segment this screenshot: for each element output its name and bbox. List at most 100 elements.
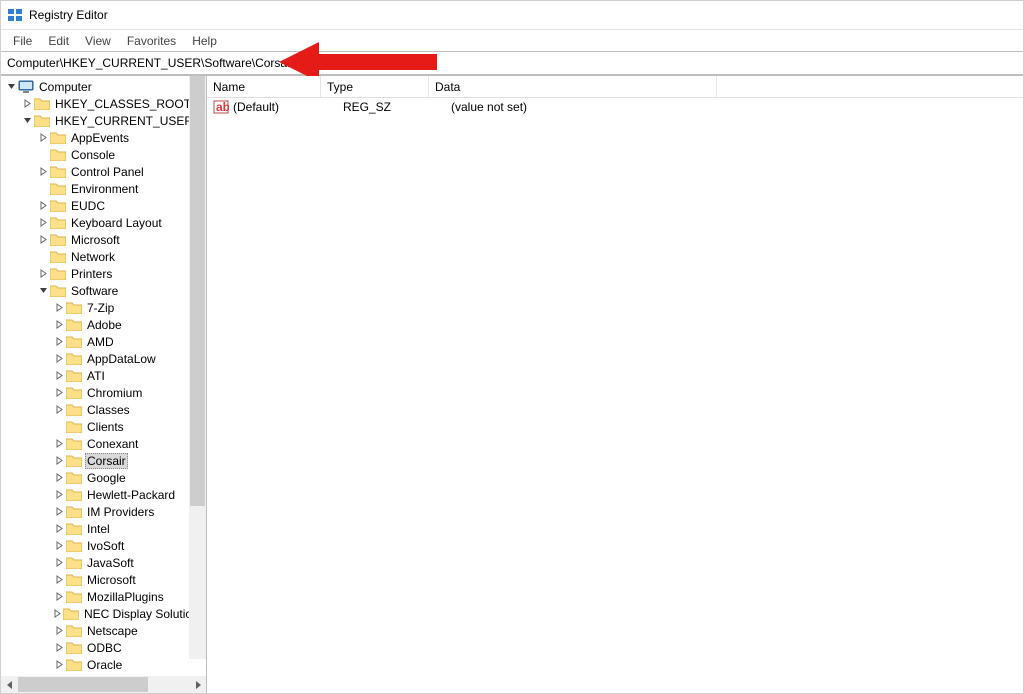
menu-file[interactable]: File <box>5 32 40 50</box>
chevron-right-icon[interactable] <box>53 472 65 484</box>
folder-icon <box>66 573 82 587</box>
menu-favorites[interactable]: Favorites <box>119 32 184 50</box>
chevron-right-icon[interactable] <box>53 608 62 620</box>
tree-node-corsair[interactable]: Corsair <box>3 452 206 469</box>
tree-node-software[interactable]: Software <box>3 282 206 299</box>
tree-node-network[interactable]: Network <box>3 248 206 265</box>
tree-horizontal-scrollbar[interactable] <box>1 676 206 693</box>
chevron-right-icon[interactable] <box>37 132 49 144</box>
tree-node-computer[interactable]: Computer <box>3 78 206 95</box>
tree-label: JavaSoft <box>85 556 136 570</box>
tree-node-7zip[interactable]: 7-Zip <box>3 299 206 316</box>
column-header-name[interactable]: Name <box>207 76 321 97</box>
chevron-down-icon[interactable] <box>37 285 49 297</box>
tree-node-hkcu[interactable]: HKEY_CURRENT_USER <box>3 112 206 129</box>
chevron-down-icon[interactable] <box>21 115 33 127</box>
chevron-right-icon[interactable] <box>53 387 65 399</box>
column-header-data[interactable]: Data <box>429 76 717 97</box>
scrollbar-thumb[interactable] <box>18 677 148 692</box>
chevron-right-icon[interactable] <box>53 353 65 365</box>
chevron-right-icon[interactable] <box>53 506 65 518</box>
scrollbar-thumb[interactable] <box>190 76 205 506</box>
chevron-right-icon[interactable] <box>53 438 65 450</box>
chevron-right-icon[interactable] <box>53 404 65 416</box>
tree-node-hkcr[interactable]: HKEY_CLASSES_ROOT <box>3 95 206 112</box>
tree-scroll[interactable]: Computer HKEY_CLASSES_ROOT HKEY_CURRENT_… <box>1 76 206 676</box>
folder-icon <box>50 165 66 179</box>
chevron-right-icon[interactable] <box>53 336 65 348</box>
tree-node-google[interactable]: Google <box>3 469 206 486</box>
chevron-right-icon[interactable] <box>53 591 65 603</box>
tree-node-appdatalow[interactable]: AppDataLow <box>3 350 206 367</box>
chevron-right-icon[interactable] <box>53 642 65 654</box>
tree-node-clients[interactable]: Clients <box>3 418 206 435</box>
chevron-right-icon[interactable] <box>37 268 49 280</box>
column-header-type[interactable]: Type <box>321 76 429 97</box>
tree-label: Conexant <box>85 437 140 451</box>
value-name: (Default) <box>233 100 337 114</box>
tree-node-nec[interactable]: NEC Display Solutions <box>3 605 206 622</box>
chevron-right-icon[interactable] <box>53 574 65 586</box>
tree-node-conexant[interactable]: Conexant <box>3 435 206 452</box>
tree-node-chromium[interactable]: Chromium <box>3 384 206 401</box>
address-input[interactable] <box>1 52 1023 74</box>
chevron-right-icon[interactable] <box>53 659 65 671</box>
chevron-right-icon[interactable] <box>21 98 33 110</box>
tree-node-keyboard[interactable]: Keyboard Layout <box>3 214 206 231</box>
tree-node-netscape[interactable]: Netscape <box>3 622 206 639</box>
tree-label: AppEvents <box>69 131 131 145</box>
chevron-right-icon[interactable] <box>53 557 65 569</box>
chevron-down-icon[interactable] <box>5 81 17 93</box>
chevron-right-icon[interactable] <box>37 166 49 178</box>
tree-node-odbc[interactable]: ODBC <box>3 639 206 656</box>
chevron-right-icon[interactable] <box>53 625 65 637</box>
tree-node-javasoft[interactable]: JavaSoft <box>3 554 206 571</box>
chevron-right-icon[interactable] <box>37 217 49 229</box>
value-row[interactable]: ab (Default) REG_SZ (value not set) <box>207 98 1023 116</box>
computer-icon <box>18 80 34 94</box>
tree-node-printers[interactable]: Printers <box>3 265 206 282</box>
tree-node-microsoft[interactable]: Microsoft <box>3 231 206 248</box>
tree-node-ati[interactable]: ATI <box>3 367 206 384</box>
menu-view[interactable]: View <box>77 32 119 50</box>
tree-node-environment[interactable]: Environment <box>3 180 206 197</box>
scroll-left-icon[interactable] <box>1 676 18 693</box>
tree-node-intel[interactable]: Intel <box>3 520 206 537</box>
chevron-right-icon[interactable] <box>53 319 65 331</box>
folder-icon <box>66 403 82 417</box>
tree-vertical-scrollbar[interactable] <box>189 76 206 659</box>
chevron-right-icon[interactable] <box>53 540 65 552</box>
folder-icon <box>50 131 66 145</box>
chevron-right-icon[interactable] <box>37 234 49 246</box>
tree-label: Chromium <box>85 386 144 400</box>
tree-node-oracle[interactable]: Oracle <box>3 656 206 673</box>
menu-help[interactable]: Help <box>184 32 225 50</box>
folder-icon <box>66 437 82 451</box>
tree-node-amd[interactable]: AMD <box>3 333 206 350</box>
chevron-right-icon[interactable] <box>53 302 65 314</box>
tree-node-hp[interactable]: Hewlett-Packard <box>3 486 206 503</box>
folder-icon <box>66 539 82 553</box>
tree-node-console[interactable]: Console <box>3 146 206 163</box>
tree-node-classes[interactable]: Classes <box>3 401 206 418</box>
tree-label: AMD <box>85 335 116 349</box>
folder-icon <box>66 505 82 519</box>
chevron-right-icon[interactable] <box>53 523 65 535</box>
scroll-right-icon[interactable] <box>189 676 206 693</box>
tree-node-eudc[interactable]: EUDC <box>3 197 206 214</box>
menu-edit[interactable]: Edit <box>40 32 77 50</box>
tree-node-controlpanel[interactable]: Control Panel <box>3 163 206 180</box>
scrollbar-track[interactable] <box>18 676 189 693</box>
chevron-right-icon[interactable] <box>53 489 65 501</box>
chevron-right-icon[interactable] <box>53 370 65 382</box>
chevron-right-icon[interactable] <box>53 455 65 467</box>
chevron-right-icon[interactable] <box>37 200 49 212</box>
folder-icon <box>63 607 79 621</box>
tree-node-appevents[interactable]: AppEvents <box>3 129 206 146</box>
tree-node-mozilla[interactable]: MozillaPlugins <box>3 588 206 605</box>
tree-node-ivosoft[interactable]: IvoSoft <box>3 537 206 554</box>
values-list[interactable]: ab (Default) REG_SZ (value not set) <box>207 98 1023 693</box>
tree-node-improviders[interactable]: IM Providers <box>3 503 206 520</box>
tree-node-ms[interactable]: Microsoft <box>3 571 206 588</box>
tree-node-adobe[interactable]: Adobe <box>3 316 206 333</box>
